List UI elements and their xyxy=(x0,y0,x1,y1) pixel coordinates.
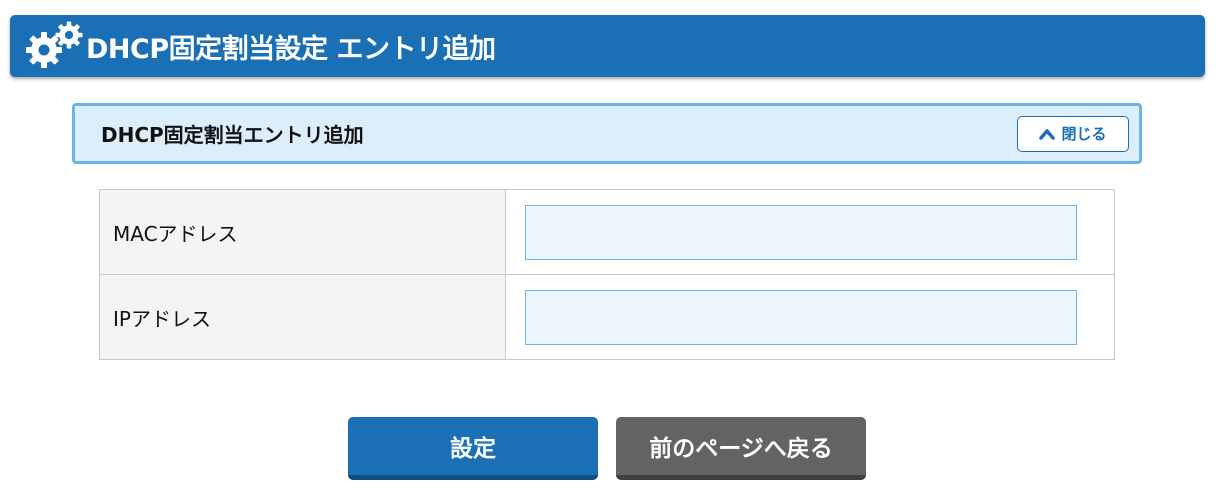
ip-address-cell xyxy=(505,274,1115,360)
mac-address-label: MACアドレス xyxy=(99,189,506,275)
section-title: DHCP固定割当エントリ追加 xyxy=(101,123,364,147)
form-row-mac: MACアドレス xyxy=(99,189,1115,275)
ip-address-input[interactable] xyxy=(525,289,1077,345)
section-header: DHCP固定割当エントリ追加 閉じる xyxy=(72,103,1142,164)
submit-button[interactable]: 設定 xyxy=(348,417,598,480)
entry-form-table: MACアドレス IPアドレス xyxy=(99,189,1115,360)
mac-address-input[interactable] xyxy=(525,204,1077,260)
mac-address-cell xyxy=(505,189,1115,275)
ip-address-label: IPアドレス xyxy=(99,274,506,360)
title-bar: DHCP固定割当設定 エントリ追加 xyxy=(10,15,1205,77)
close-button-label: 閉じる xyxy=(1061,125,1107,143)
chevron-up-icon xyxy=(1039,128,1056,140)
page: DHCP固定割当設定 エントリ追加 DHCP固定割当エントリ追加 閉じる MAC… xyxy=(0,0,1216,504)
back-button[interactable]: 前のページへ戻る xyxy=(616,417,866,480)
gears-icon xyxy=(24,20,84,72)
close-button[interactable]: 閉じる xyxy=(1017,115,1129,152)
submit-button-label: 設定 xyxy=(450,436,496,462)
back-button-label: 前のページへ戻る xyxy=(649,436,833,462)
page-title: DHCP固定割当設定 エントリ追加 xyxy=(86,33,496,65)
form-row-ip: IPアドレス xyxy=(99,274,1115,360)
